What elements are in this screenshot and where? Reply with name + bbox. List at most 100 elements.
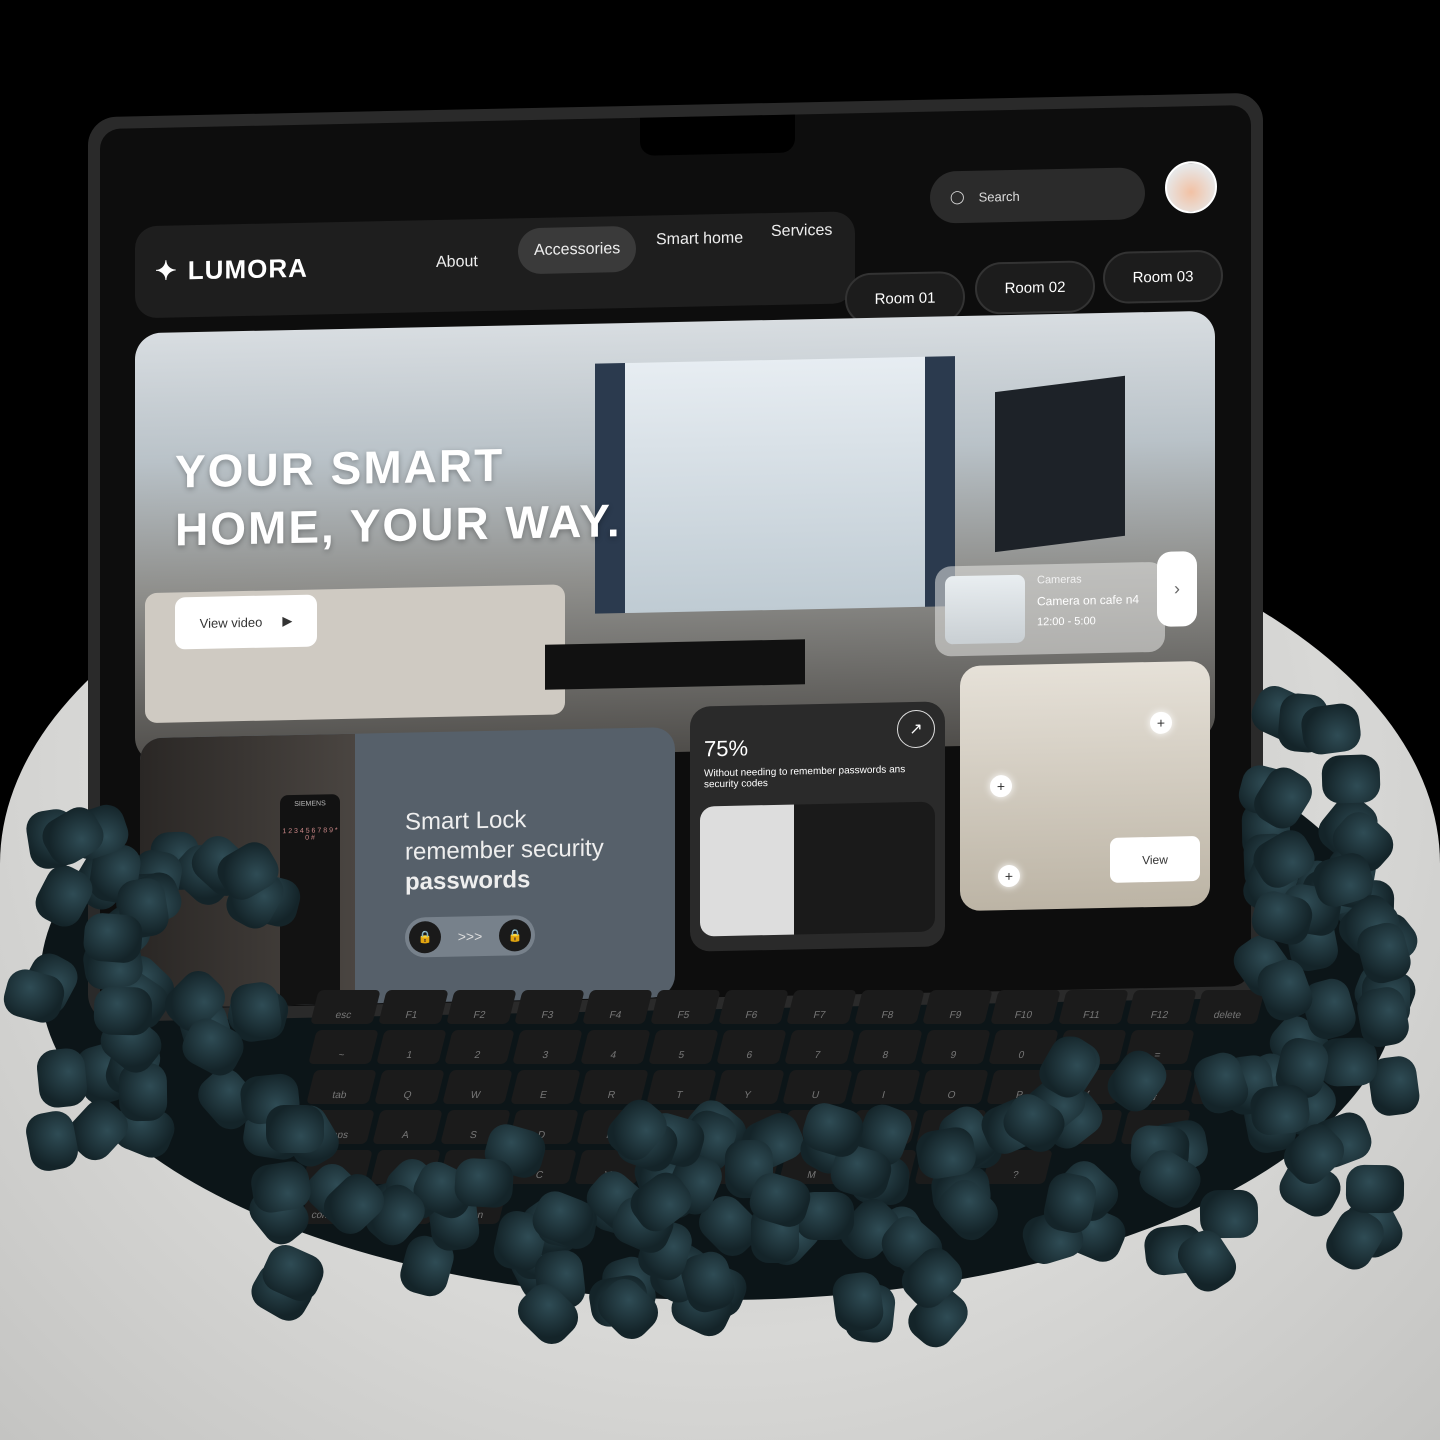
key[interactable]: F10 (990, 990, 1061, 1024)
key[interactable]: : (984, 1110, 1055, 1144)
nav-about[interactable]: About (420, 239, 494, 287)
key[interactable]: ? (982, 1150, 1053, 1184)
key[interactable]: I (850, 1070, 921, 1104)
laptop-screen: ✦ LUMORA About Accessories Smart home Ser… (100, 104, 1251, 1011)
key[interactable]: E (510, 1070, 581, 1104)
key[interactable]: 5 (648, 1030, 719, 1064)
camera-card[interactable]: Cameras Camera on cafe n4 12:00 - 5:00 (935, 561, 1165, 657)
room-02-button[interactable]: Room 02 (975, 260, 1095, 315)
key[interactable]: V (574, 1150, 645, 1184)
key[interactable]: shift (302, 1150, 373, 1184)
key[interactable]: F5 (650, 990, 721, 1024)
key[interactable]: < (846, 1150, 917, 1184)
key[interactable]: P (986, 1070, 1057, 1104)
key[interactable]: 0 (988, 1030, 1059, 1064)
smart-lock-text: Smart Lock remember security passwords (405, 806, 604, 896)
laptop: ✦ LUMORA About Accessories Smart home Ser… (88, 92, 1263, 1023)
key[interactable]: option (436, 1190, 507, 1224)
key[interactable]: O (918, 1070, 989, 1104)
lock-icon: 🔒 (409, 920, 441, 954)
key[interactable]: - (1056, 1030, 1127, 1064)
nav-services[interactable]: Services (755, 207, 848, 255)
key[interactable]: 6 (716, 1030, 787, 1064)
key[interactable]: G (644, 1110, 715, 1144)
nav-accessories[interactable]: Accessories (518, 225, 637, 275)
key[interactable]: shift (1120, 1110, 1191, 1144)
plus-icon[interactable]: + (998, 864, 1020, 888)
key[interactable]: 4 (580, 1030, 651, 1064)
key[interactable]: " (1052, 1110, 1123, 1144)
key[interactable]: caps (304, 1110, 375, 1144)
key[interactable]: delete (1194, 990, 1265, 1024)
key[interactable]: J (780, 1110, 851, 1144)
key[interactable]: U (782, 1070, 853, 1104)
view-video-button[interactable]: View video ▶ (175, 594, 317, 650)
key[interactable]: D (508, 1110, 579, 1144)
key[interactable]: 2 (444, 1030, 515, 1064)
key[interactable]: ⌘ (368, 1190, 439, 1224)
slider-arrows: >>> (457, 928, 483, 945)
key[interactable]: F (576, 1110, 647, 1144)
key[interactable]: ~ (308, 1030, 379, 1064)
keyboard-row: caps A S D F G H J K L: " shift (304, 1110, 1368, 1144)
key[interactable]: command (300, 1190, 371, 1224)
key[interactable]: S (440, 1110, 511, 1144)
camera-name: Camera on cafe n4 (1037, 592, 1140, 609)
key[interactable]: Z (370, 1150, 441, 1184)
sparkle-icon: ✦ (155, 255, 178, 286)
key[interactable]: F1 (378, 990, 449, 1024)
logo[interactable]: ✦ LUMORA (155, 253, 308, 287)
keyboard: esc F1 F2 F3 F4 F5 F6 F7 F8 F9 F10 F11 F12 delete ~1 2 3… (261, 990, 1398, 1224)
key[interactable]: C (506, 1150, 577, 1184)
key[interactable]: F2 (446, 990, 517, 1024)
key[interactable]: F3 (514, 990, 585, 1024)
key[interactable]: A (372, 1110, 443, 1144)
unlock-slider[interactable]: 🔒 >>> 🔒 (405, 914, 535, 958)
avatar[interactable] (1165, 160, 1217, 214)
key[interactable]: M (778, 1150, 849, 1184)
key[interactable]: F11 (1058, 990, 1129, 1024)
key[interactable]: B (642, 1150, 713, 1184)
view-button[interactable]: View (1110, 836, 1200, 883)
key[interactable]: L (916, 1110, 987, 1144)
stat-card[interactable]: ↗ 75% Without needing to remember passwo… (690, 701, 945, 952)
key[interactable]: X (438, 1150, 509, 1184)
camera-notch (640, 114, 795, 156)
search-input[interactable]: ◯ Search (930, 167, 1145, 224)
key[interactable]: F7 (786, 990, 857, 1024)
plus-icon[interactable]: + (1150, 711, 1172, 735)
room-03-button[interactable]: Room 03 (1103, 249, 1223, 305)
plus-icon[interactable]: + (990, 774, 1012, 798)
key[interactable]: 9 (920, 1030, 991, 1064)
key[interactable]: F9 (922, 990, 993, 1024)
key[interactable]: F6 (718, 990, 789, 1024)
hero-window (595, 356, 955, 614)
key[interactable]: H (712, 1110, 783, 1144)
key[interactable]: 7 (784, 1030, 855, 1064)
key[interactable]: esc (310, 990, 381, 1024)
smart-lock-device: SIEMENS 1 2 3 4 5 6 7 8 9 * 0 # (280, 794, 340, 1006)
key[interactable]: W (442, 1070, 513, 1104)
chevron-right-icon[interactable]: › (1157, 551, 1197, 627)
smart-lock-card[interactable]: SIEMENS 1 2 3 4 5 6 7 8 9 * 0 # Smart Loc… (140, 727, 675, 1009)
key[interactable]: 1 (376, 1030, 447, 1064)
key[interactable]: R (578, 1070, 649, 1104)
key[interactable]: return (1190, 1070, 1261, 1104)
key[interactable]: > (914, 1150, 985, 1184)
bedroom-card[interactable]: + + + View (960, 660, 1210, 912)
key[interactable]: tab (306, 1070, 377, 1104)
key[interactable]: 8 (852, 1030, 923, 1064)
key[interactable]: T (646, 1070, 717, 1104)
key[interactable]: 3 (512, 1030, 583, 1064)
key[interactable]: N (710, 1150, 781, 1184)
key[interactable]: F4 (582, 990, 653, 1024)
key[interactable]: K (848, 1110, 919, 1144)
key[interactable]: F12 (1126, 990, 1197, 1024)
key[interactable]: = (1124, 1030, 1195, 1064)
nav-smart-home[interactable]: Smart home (640, 215, 759, 263)
key[interactable]: F8 (854, 990, 925, 1024)
key[interactable]: Q (374, 1070, 445, 1104)
key[interactable]: } (1122, 1070, 1193, 1104)
key[interactable]: { (1054, 1070, 1125, 1104)
key[interactable]: Y (714, 1070, 785, 1104)
